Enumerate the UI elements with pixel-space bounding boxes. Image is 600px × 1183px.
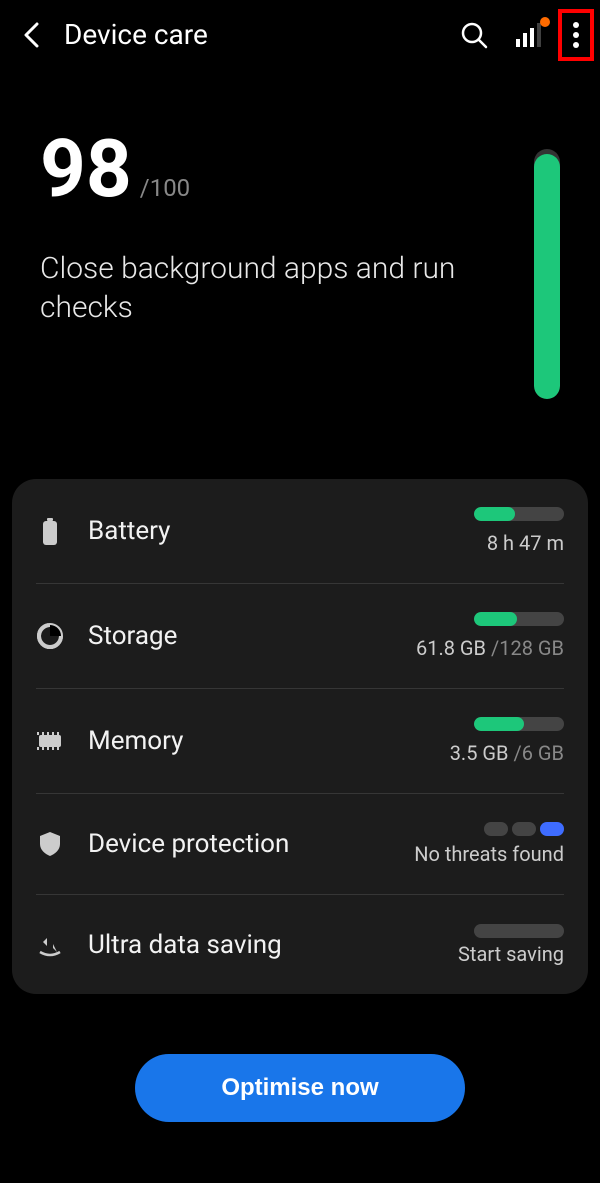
optimise-button[interactable]: Optimise now bbox=[135, 1054, 465, 1122]
protection-label: Device protection bbox=[88, 829, 360, 859]
device-score-value: 98 bbox=[40, 129, 132, 209]
protection-row[interactable]: Device protection No threats found bbox=[36, 794, 564, 895]
more-options-icon[interactable] bbox=[572, 21, 580, 49]
storage-icon bbox=[36, 622, 64, 650]
storage-value: 61.8 GB /128 GB bbox=[384, 636, 564, 660]
page-title: Device care bbox=[64, 18, 440, 51]
memory-value: 3.5 GB /6 GB bbox=[384, 741, 564, 765]
memory-label: Memory bbox=[88, 726, 360, 756]
battery-icon bbox=[36, 517, 64, 545]
battery-progress bbox=[474, 507, 564, 521]
device-score-max: /100 bbox=[140, 174, 190, 202]
device-score-bar bbox=[534, 149, 560, 399]
ultra-data-value: Start saving bbox=[384, 942, 564, 966]
back-icon[interactable] bbox=[20, 23, 44, 47]
device-score-hint: Close background apps and run checks bbox=[40, 249, 514, 327]
annotation-highlight bbox=[558, 9, 594, 61]
memory-progress bbox=[474, 717, 564, 731]
ultra-data-progress bbox=[474, 924, 564, 938]
battery-label: Battery bbox=[88, 516, 360, 546]
data-saving-icon bbox=[36, 931, 64, 959]
protection-dots bbox=[384, 822, 564, 836]
storage-row[interactable]: Storage 61.8 GB /128 GB bbox=[36, 584, 564, 689]
memory-icon bbox=[36, 727, 64, 755]
battery-row[interactable]: Battery 8 h 47 m bbox=[36, 479, 564, 584]
search-icon[interactable] bbox=[460, 21, 488, 49]
notification-dot-icon bbox=[540, 17, 550, 27]
ultra-data-row[interactable]: Ultra data saving Start saving bbox=[36, 895, 564, 994]
shield-icon bbox=[36, 830, 64, 858]
memory-row[interactable]: Memory 3.5 GB /6 GB bbox=[36, 689, 564, 794]
storage-progress bbox=[474, 612, 564, 626]
protection-value: No threats found bbox=[384, 842, 564, 866]
storage-label: Storage bbox=[88, 621, 360, 651]
ultra-data-label: Ultra data saving bbox=[88, 930, 360, 960]
signal-icon bbox=[516, 23, 544, 47]
battery-value: 8 h 47 m bbox=[384, 531, 564, 555]
status-card: Battery 8 h 47 m Storage 61.8 GB /128 GB… bbox=[12, 479, 588, 994]
